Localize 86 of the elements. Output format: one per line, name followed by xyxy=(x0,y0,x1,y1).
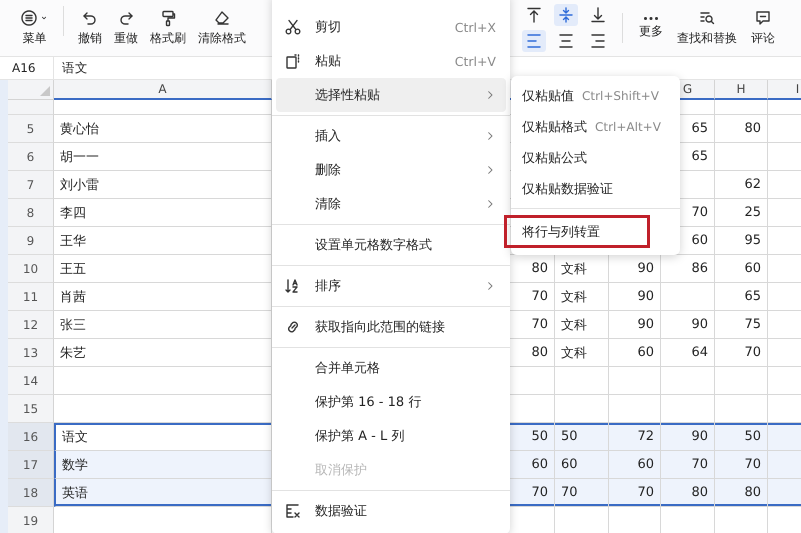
align-top-icon xyxy=(525,6,543,24)
row-header[interactable]: 12 xyxy=(8,311,54,339)
row-header[interactable]: 16 xyxy=(8,423,54,451)
row-header[interactable]: 13 xyxy=(8,339,54,367)
table-cell: 75 xyxy=(715,311,768,339)
table-cell: 80 xyxy=(661,479,715,507)
redo-button[interactable]: 重做 xyxy=(108,6,144,50)
table-cell: 62 xyxy=(715,171,768,199)
table-cell: 90 xyxy=(609,283,661,311)
menu-item[interactable]: 粘贴 Ctrl+V xyxy=(276,44,506,78)
formula-input[interactable]: 语文 xyxy=(54,60,88,76)
table-cell: 25 xyxy=(715,199,768,227)
table-cell: 60 xyxy=(555,451,609,479)
menu-item[interactable]: 剪切 Ctrl+X xyxy=(276,10,506,44)
align-middle-icon xyxy=(557,6,575,24)
row-header[interactable]: 19 xyxy=(8,507,54,533)
eraser-icon xyxy=(213,9,231,27)
name-box[interactable]: A16 xyxy=(0,57,54,79)
undo-button[interactable]: 撤销 xyxy=(72,6,108,50)
table-cell xyxy=(555,367,609,395)
table-cell xyxy=(715,143,768,171)
scissors-icon xyxy=(284,18,302,36)
row-header[interactable]: 11 xyxy=(8,283,54,311)
table-cell xyxy=(661,283,715,311)
more-icon xyxy=(643,16,659,20)
menu-item[interactable]: 选择性粘贴 xyxy=(276,78,506,112)
table-cell xyxy=(715,100,768,115)
align-right-icon xyxy=(589,32,607,50)
table-cell: 数学 xyxy=(54,451,272,479)
menu-item[interactable]: 删除 xyxy=(276,153,506,187)
eraser-button[interactable]: 清除格式 xyxy=(192,6,252,50)
comment-button[interactable]: 评论 xyxy=(745,6,781,50)
table-cell: 60 xyxy=(609,451,661,479)
column-header[interactable]: A xyxy=(54,80,272,100)
paste-icon xyxy=(284,52,302,70)
table-cell: 90 xyxy=(609,311,661,339)
table-cell: 65 xyxy=(715,283,768,311)
painter-button[interactable]: 格式刷 xyxy=(144,6,192,50)
list-check-icon xyxy=(284,502,302,520)
table-cell: 70 xyxy=(661,451,715,479)
table-cell: 50 xyxy=(715,423,768,451)
row-header[interactable]: 6 xyxy=(8,143,54,171)
align-bottom-icon xyxy=(589,6,607,24)
row-header[interactable]: 10 xyxy=(8,255,54,283)
column-header[interactable]: I xyxy=(768,80,801,100)
menu-item[interactable]: 插入 xyxy=(276,119,506,153)
table-cell: 80 xyxy=(715,479,768,507)
table-cell: 语文 xyxy=(54,423,272,451)
table-cell: 90 xyxy=(661,423,715,451)
table-cell xyxy=(661,367,715,395)
table-cell: 60 xyxy=(609,339,661,367)
table-cell: 50 xyxy=(555,423,609,451)
table-cell: 64 xyxy=(661,339,715,367)
row-header[interactable]: 17 xyxy=(8,451,54,479)
table-cell xyxy=(715,367,768,395)
more-button[interactable]: 更多 xyxy=(633,14,669,42)
table-cell: 英语 xyxy=(54,479,272,507)
table-cell xyxy=(609,367,661,395)
table-cell: 60 xyxy=(715,255,768,283)
table-cell: 文科 xyxy=(555,311,609,339)
table-cell: 70 xyxy=(715,339,768,367)
menu-button[interactable]: 菜单 xyxy=(14,6,55,50)
table-cell: 72 xyxy=(609,423,661,451)
menu-icon xyxy=(20,9,38,27)
row-header[interactable]: 5 xyxy=(8,115,54,143)
row-header[interactable]: 9 xyxy=(8,227,54,255)
menu-item[interactable]: 保护第 16 - 18 行 xyxy=(276,385,506,419)
table-cell: 70 xyxy=(715,451,768,479)
table-cell: 90 xyxy=(661,311,715,339)
table-cell: 95 xyxy=(715,227,768,255)
align-center-icon xyxy=(557,32,575,50)
row-header[interactable]: 8 xyxy=(8,199,54,227)
table-cell: 文科 xyxy=(555,339,609,367)
row-header[interactable]: 7 xyxy=(8,171,54,199)
find-button[interactable]: 查找和替换 xyxy=(671,6,743,50)
column-header[interactable]: H xyxy=(715,80,768,100)
comment-icon xyxy=(754,9,772,27)
row-header[interactable]: 18 xyxy=(8,479,54,507)
menu-item[interactable]: 清除 xyxy=(276,187,506,221)
row-header[interactable]: 15 xyxy=(8,395,54,423)
align-left-icon xyxy=(525,32,543,50)
table-cell: 文科 xyxy=(555,283,609,311)
row-header[interactable]: 14 xyxy=(8,367,54,395)
table-cell: 70 xyxy=(555,479,609,507)
table-cell: 70 xyxy=(609,479,661,507)
table-cell: 80 xyxy=(715,115,768,143)
